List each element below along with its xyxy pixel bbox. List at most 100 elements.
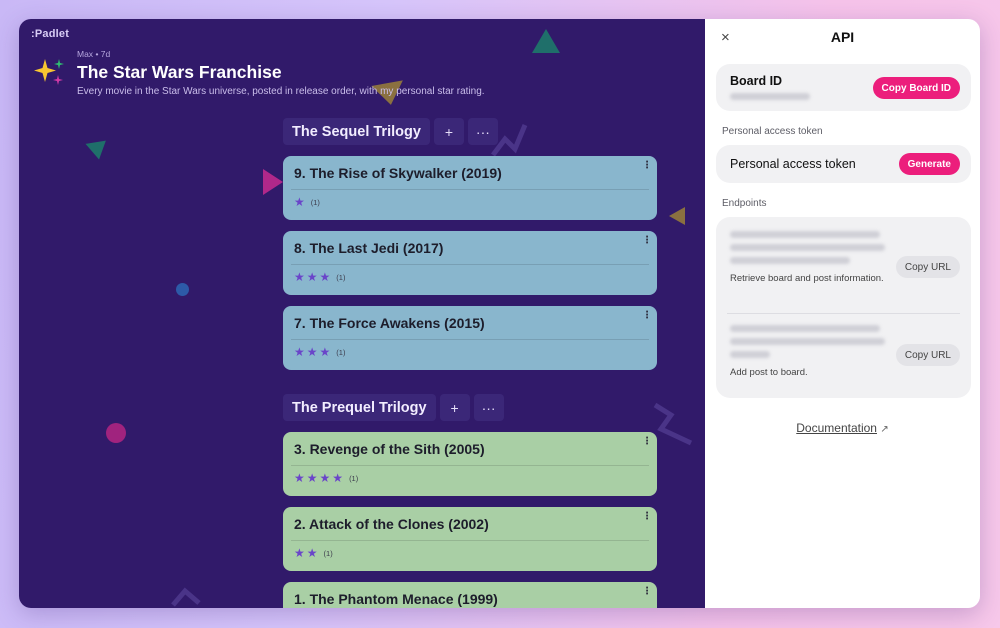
post-title: 9. The Rise of Skywalker (2019) <box>294 165 502 181</box>
decor-triangle <box>532 29 560 53</box>
add-post-button[interactable]: + <box>433 118 464 145</box>
post-age: • 7d <box>95 49 111 59</box>
star-icon: ★ <box>319 471 331 485</box>
divider <box>291 264 649 265</box>
endpoint-description: Add post to board. <box>730 367 808 378</box>
star-rating[interactable]: ★ ★ ★ (1) <box>294 346 646 358</box>
section-more-button[interactable]: ··· <box>473 394 504 421</box>
decor-triangle <box>669 207 685 225</box>
section-title[interactable]: The Sequel Trilogy <box>283 118 430 145</box>
post-card[interactable]: 3. Revenge of the Sith (2005) ⋮ ★ ★ ★ ★ … <box>283 432 657 496</box>
star-rating[interactable]: ★ ★ ★ ★ (1) <box>294 472 646 484</box>
decor-zigzag <box>171 587 201 607</box>
endpoint-url <box>730 244 885 251</box>
rating-count: (1) <box>310 197 320 207</box>
board-title: The Star Wars Franchise <box>77 62 282 82</box>
section-more-button[interactable]: ··· <box>467 118 498 145</box>
post-menu-icon[interactable]: ⋮ <box>642 437 652 447</box>
post-title: 2. Attack of the Clones (2002) <box>294 516 489 532</box>
endpoint-url <box>730 257 850 264</box>
star-rating[interactable]: ★ ★ (1) <box>294 547 646 559</box>
decor-circle <box>106 423 126 443</box>
app-window: :Padlet Max • 7d The Star Wars Franchise… <box>19 19 980 608</box>
star-rating[interactable]: ★ (1) <box>294 196 646 208</box>
section-title[interactable]: The Prequel Trilogy <box>283 394 436 421</box>
board-id-value <box>730 93 810 100</box>
decor-circle <box>176 283 189 296</box>
pat-label: Personal access token <box>730 157 856 171</box>
post-title: 3. Revenge of the Sith (2005) <box>294 441 485 457</box>
api-panel: × API Board ID Copy Board ID Personal ac… <box>705 19 980 608</box>
board-description: Every movie in the Star Wars universe, p… <box>77 86 485 97</box>
star-icon: ★ <box>294 471 305 485</box>
star-icon: ★ <box>319 345 331 359</box>
post-card[interactable]: 8. The Last Jedi (2017) ⋮ ★ ★ ★ (1) <box>283 231 657 295</box>
post-title: 7. The Force Awakens (2015) <box>294 315 485 331</box>
decor-zigzag <box>653 402 693 446</box>
board-header: Max • 7d The Star Wars Franchise Every m… <box>33 49 485 97</box>
post-menu-icon[interactable]: ⋮ <box>642 587 652 597</box>
star-icon: ★ <box>332 471 344 485</box>
author-name: Max <box>77 49 94 59</box>
endpoints-box: Retrieve board and post information. Cop… <box>716 217 971 398</box>
padlet-board: :Padlet Max • 7d The Star Wars Franchise… <box>19 19 705 608</box>
rating-count: (1) <box>336 272 346 282</box>
pat-box: Personal access token Generate <box>716 145 971 183</box>
documentation-link[interactable]: Documentation ↗ <box>705 421 980 435</box>
post-title: 8. The Last Jedi (2017) <box>294 240 444 256</box>
post-card[interactable]: 2. Attack of the Clones (2002) ⋮ ★ ★ (1) <box>283 507 657 571</box>
endpoint-url <box>730 338 885 345</box>
panel-title: API <box>830 29 855 45</box>
add-post-button[interactable]: + <box>439 394 470 421</box>
star-icon: ★ <box>294 270 305 284</box>
endpoint-description: Retrieve board and post information. <box>730 273 884 284</box>
external-link-icon: ↗ <box>880 424 889 435</box>
section-header-sequel: The Sequel Trilogy + ··· <box>283 118 498 145</box>
divider <box>291 465 649 466</box>
endpoint-item: Retrieve board and post information. <box>730 231 890 285</box>
padlet-logo[interactable]: :Padlet <box>31 28 69 40</box>
board-id-box: Board ID Copy Board ID <box>716 64 971 111</box>
copy-url-button[interactable]: Copy URL <box>895 344 960 366</box>
endpoints-label: Endpoints <box>722 198 767 209</box>
star-icon: ★ <box>306 471 318 485</box>
star-icon: ★ <box>294 546 305 560</box>
post-menu-icon[interactable]: ⋮ <box>642 311 652 321</box>
post-meta: Max • 7d <box>77 49 485 59</box>
copy-board-id-button[interactable]: Copy Board ID <box>872 77 960 99</box>
star-icon: ★ <box>294 195 305 209</box>
sparkles-icon <box>34 59 64 85</box>
post-menu-icon[interactable]: ⋮ <box>642 236 652 246</box>
endpoint-url <box>730 325 880 332</box>
post-card[interactable]: 1. The Phantom Menace (1999) ⋮ <box>283 582 657 608</box>
endpoint-url <box>730 351 770 358</box>
post-card[interactable]: 9. The Rise of Skywalker (2019) ⋮ ★ (1) <box>283 156 657 220</box>
star-icon: ★ <box>306 270 318 284</box>
decor-triangle <box>263 169 283 195</box>
star-icon: ★ <box>294 345 305 359</box>
decor-triangle <box>82 134 106 160</box>
copy-url-button[interactable]: Copy URL <box>895 256 960 278</box>
endpoint-url <box>730 231 880 238</box>
divider <box>727 313 960 314</box>
star-icon: ★ <box>306 546 318 560</box>
board-id-label: Board ID <box>730 74 783 88</box>
rating-count: (1) <box>323 548 333 558</box>
post-menu-icon[interactable]: ⋮ <box>642 161 652 171</box>
documentation-label: Documentation <box>796 421 877 435</box>
star-rating[interactable]: ★ ★ ★ (1) <box>294 271 646 283</box>
divider <box>291 339 649 340</box>
divider <box>291 540 649 541</box>
post-menu-icon[interactable]: ⋮ <box>642 512 652 522</box>
endpoint-item: Add post to board. <box>730 325 890 379</box>
rating-count: (1) <box>336 347 346 357</box>
post-title: 1. The Phantom Menace (1999) <box>294 591 498 607</box>
rating-count: (1) <box>349 473 359 483</box>
pat-section-label: Personal access token <box>722 126 823 137</box>
generate-button[interactable]: Generate <box>898 153 960 175</box>
post-card[interactable]: 7. The Force Awakens (2015) ⋮ ★ ★ ★ (1) <box>283 306 657 370</box>
divider <box>291 189 649 190</box>
star-icon: ★ <box>306 345 318 359</box>
star-icon: ★ <box>319 270 331 284</box>
section-header-prequel: The Prequel Trilogy + ··· <box>283 394 504 421</box>
